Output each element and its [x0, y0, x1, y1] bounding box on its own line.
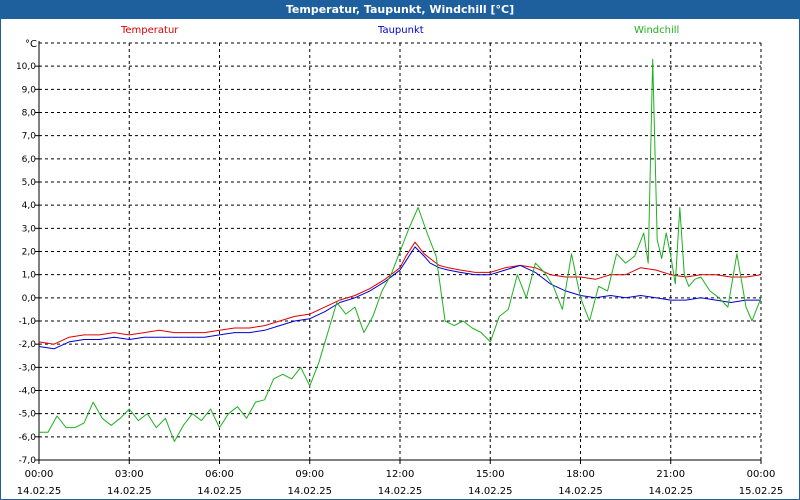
y-tick-label: 5,0	[22, 178, 37, 188]
x-tick-label-time: 15:00	[476, 469, 505, 480]
y-tick-label: 3,0	[22, 224, 37, 234]
y-tick-label: 0,0	[22, 294, 37, 304]
legend-windchill: Windchill	[634, 25, 680, 36]
x-tick-label-time: 18:00	[566, 469, 595, 480]
legend-temperatur: Temperatur	[121, 25, 179, 36]
y-tick-label: 4,0	[22, 201, 37, 211]
x-tick-label-date: 14.02.25	[197, 486, 242, 497]
x-tick-label-time: 00:00	[747, 469, 776, 480]
x-tick-label-time: 06:00	[205, 469, 234, 480]
x-tick-label-time: 09:00	[295, 469, 324, 480]
x-tick-label-date: 14.02.25	[648, 486, 693, 497]
y-tick-label: -6,0	[18, 433, 36, 443]
y-tick-label: 6,0	[22, 155, 37, 165]
y-tick-label: 8,0	[22, 109, 37, 119]
chart-canvas: -7,0 -6,0 -5,0 -4,0 -3,0 -2,0 -1,0 0,0 1,0 2,0 3,0…	[16, 41, 784, 497]
x-tick-label-date: 14.02.25	[558, 486, 603, 497]
y-tick-label: -3,0	[18, 363, 36, 373]
y-tick-label: 7,0	[22, 132, 37, 142]
y-tick-label: 9,0	[22, 85, 37, 95]
x-tick-label-date: 14.02.25	[17, 486, 62, 497]
legend-taupunkt: Taupunkt	[378, 25, 424, 36]
x-tick-label-time: 12:00	[386, 469, 415, 480]
y-tick-label: 2,0	[22, 248, 37, 258]
x-tick-label-time: 21:00	[656, 469, 685, 480]
x-tick-label-time: 00:00	[25, 469, 54, 480]
x-tick-label-date: 14.02.25	[287, 486, 332, 497]
x-tick-label-date: 14.02.25	[107, 486, 152, 497]
y-tick-label: -5,0	[18, 410, 36, 420]
y-tick-label: -7,0	[18, 456, 36, 466]
y-tick-label: -4,0	[18, 387, 36, 397]
x-tick-label-date: 15.02.25	[739, 486, 784, 497]
temperatur-line	[38, 241, 762, 345]
y-tick-label: -2,0	[18, 340, 36, 350]
x-tick-label-time: 03:00	[115, 469, 144, 480]
y-tick-label: -1,0	[18, 317, 36, 327]
chart-window: Temperatur, Taupunkt, Windchill [°C] -7,…	[0, 0, 800, 500]
x-tick-label-date: 14.02.25	[378, 486, 423, 497]
y-tick-label: 10,0	[16, 62, 36, 72]
y-axis-unit-label: °C	[25, 39, 37, 50]
x-tick-label-date: 14.02.25	[468, 486, 513, 497]
y-tick-label: 1,0	[22, 271, 37, 281]
